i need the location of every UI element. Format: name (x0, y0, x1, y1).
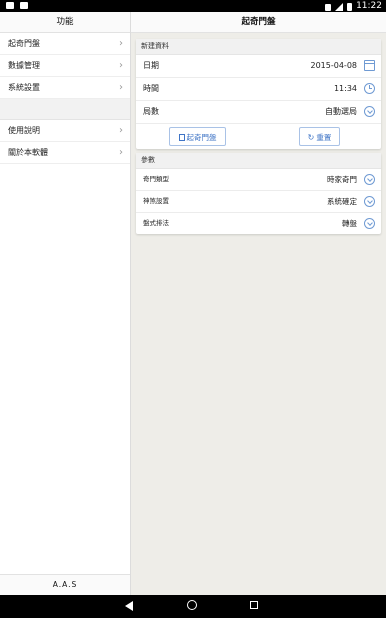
chevron-right-icon: › (119, 125, 123, 136)
app: 功能 起奇門盤 › 數據管理 › 系統設置 › 使用說明 › 關於本軟體 › A… (0, 12, 386, 595)
button-label: 重置 (316, 133, 332, 142)
sidebar: 功能 起奇門盤 › 數據管理 › 系統設置 › 使用說明 › 關於本軟體 › A… (0, 12, 131, 595)
field-label: 神煞設置 (143, 197, 169, 205)
card-title: 參數 (136, 153, 381, 169)
sidebar-item-about[interactable]: 關於本軟體 › (0, 142, 130, 164)
new-record-card: 新建資料 日期 2015-04-08 時間 11:34 局數 自動選局 起奇門盤 (136, 39, 381, 149)
field-label: 盤式排法 (143, 219, 169, 227)
field-label: 日期 (143, 61, 159, 70)
sidebar-divider (0, 99, 130, 120)
status-bar: 11:22 (0, 0, 386, 12)
chevron-right-icon: › (119, 38, 123, 49)
field-value: 自動選局 (325, 107, 357, 116)
document-icon (178, 134, 185, 141)
sidebar-item-settings[interactable]: 系統設置 › (0, 77, 130, 99)
start-chart-button[interactable]: 起奇門盤 (169, 127, 226, 146)
home-icon[interactable] (187, 600, 197, 610)
navigation-bar (0, 595, 386, 618)
sidebar-item-label: 起奇門盤 (8, 39, 40, 48)
chevron-down-icon[interactable] (364, 218, 375, 229)
chevron-right-icon: › (119, 60, 123, 71)
sidebar-item-label: 使用說明 (8, 126, 40, 135)
sidebar-item-label: 系統設置 (8, 83, 40, 92)
clock-icon[interactable] (364, 83, 375, 94)
chevron-down-icon[interactable] (364, 106, 375, 117)
ju-number-select[interactable]: 局數 自動選局 (136, 101, 381, 124)
field-value: 11:34 (333, 84, 357, 93)
signal-icon (335, 3, 344, 11)
clock-time: 11:22 (356, 1, 382, 11)
date-field[interactable]: 日期 2015-04-08 (136, 55, 381, 78)
field-label: 奇門類型 (143, 175, 169, 183)
chart-layout-select[interactable]: 盤式排法 轉盤 (136, 213, 381, 234)
battery-icon (347, 3, 353, 11)
mute-icon (325, 3, 332, 11)
back-icon[interactable] (125, 601, 133, 611)
main-panel: 起奇門盤 新建資料 日期 2015-04-08 時間 11:34 局數 自動選局… (131, 12, 386, 595)
time-field[interactable]: 時間 11:34 (136, 78, 381, 101)
sidebar-title: 功能 (0, 12, 130, 33)
android-icon (20, 2, 28, 9)
recent-apps-icon[interactable] (250, 601, 258, 609)
calendar-icon[interactable] (364, 60, 375, 71)
chevron-down-icon[interactable] (364, 196, 375, 207)
sidebar-item-label: 數據管理 (8, 61, 40, 70)
chevron-right-icon: › (119, 82, 123, 93)
field-value: 2015-04-08 (310, 61, 358, 70)
parameters-card: 參數 奇門類型 時家奇門 神煞設置 系統確定 盤式排法 轉盤 (136, 153, 381, 234)
button-label: 起奇門盤 (186, 133, 217, 142)
card-title: 新建資料 (136, 39, 381, 55)
sidebar-item-help[interactable]: 使用說明 › (0, 120, 130, 142)
sidebar-item-data-management[interactable]: 數據管理 › (0, 55, 130, 77)
field-label: 局數 (143, 107, 159, 116)
reset-button[interactable]: ↻ 重置 (299, 127, 340, 146)
field-value: 系統確定 (327, 197, 357, 206)
sidebar-item-start-chart[interactable]: 起奇門盤 › (0, 33, 130, 55)
chevron-down-icon[interactable] (364, 174, 375, 185)
sidebar-item-label: 關於本軟體 (8, 148, 48, 157)
field-value: 時家奇門 (327, 175, 357, 184)
refresh-icon: ↻ (307, 133, 315, 142)
notification-icon (6, 2, 14, 9)
page-title: 起奇門盤 (131, 12, 386, 33)
qimen-type-select[interactable]: 奇門類型 時家奇門 (136, 169, 381, 191)
shensha-setting-select[interactable]: 神煞設置 系統確定 (136, 191, 381, 213)
field-label: 時間 (143, 84, 159, 93)
chevron-right-icon: › (119, 147, 123, 158)
sidebar-footer: A.A.S (0, 574, 130, 595)
field-value: 轉盤 (342, 219, 357, 228)
button-row: 起奇門盤 ↻ 重置 (136, 124, 381, 149)
